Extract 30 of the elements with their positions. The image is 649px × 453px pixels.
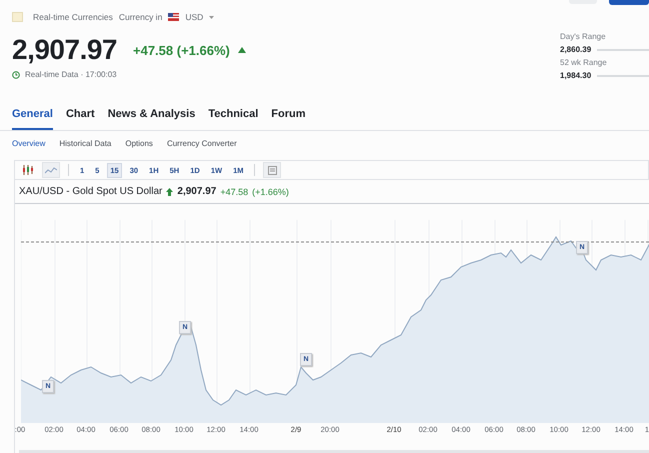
nav-tab[interactable]: General bbox=[12, 104, 53, 130]
category-label: Real-time Currencies bbox=[33, 12, 113, 22]
price-change: +47.58 (+1.66%) bbox=[133, 42, 230, 58]
nav-tab[interactable]: News & Analysis bbox=[108, 104, 196, 130]
status-text: Real-time Data · 17:00:03 bbox=[25, 70, 117, 79]
currency-selector[interactable]: USD bbox=[185, 12, 204, 22]
clock-icon bbox=[12, 70, 20, 78]
chart-change: +47.58 bbox=[220, 186, 248, 196]
price-value: 2,907.97 bbox=[12, 34, 117, 66]
range-low-value: 1,984.30 bbox=[560, 71, 592, 80]
chart-price: 2,907.97 bbox=[177, 186, 216, 197]
sub-tab[interactable]: Historical Data bbox=[59, 139, 112, 148]
range-label: 52 wk Range bbox=[560, 58, 608, 67]
line-chart-icon[interactable] bbox=[42, 162, 60, 178]
up-arrow-icon bbox=[166, 188, 174, 196]
category-icon bbox=[12, 12, 23, 22]
sub-tab[interactable]: Currency Converter bbox=[166, 139, 237, 148]
nav-tab[interactable]: Chart bbox=[66, 104, 95, 130]
flag-icon bbox=[168, 13, 180, 21]
nav-tab[interactable]: Technical bbox=[208, 104, 258, 130]
dropdown-caret-icon bbox=[209, 16, 214, 18]
sub-tab[interactable]: Options bbox=[125, 139, 153, 148]
settings-icon[interactable] bbox=[263, 162, 282, 178]
chart-change-percent: (+1.66%) bbox=[252, 186, 289, 196]
nav-tab[interactable]: Forum bbox=[271, 104, 306, 130]
currency-label: Currency in bbox=[118, 12, 162, 22]
chart-title: XAU/USD - Gold Spot US Dollar bbox=[19, 186, 162, 197]
range-low-value: 2,860.39 bbox=[560, 45, 592, 54]
sub-tab[interactable]: Overview bbox=[12, 139, 46, 148]
range-label: Day's Range bbox=[560, 32, 607, 41]
